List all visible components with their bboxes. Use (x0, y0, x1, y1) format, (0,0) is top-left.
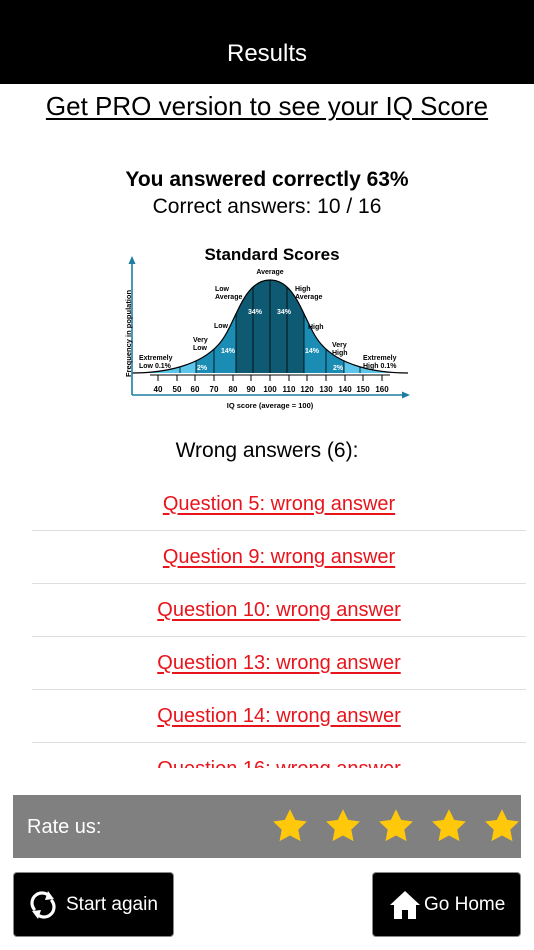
label-extremely-high: High 0.1% (363, 363, 397, 370)
label-high-average: High (295, 286, 311, 293)
bell-curve-figure: Standard Scores Frequency in population … (124, 245, 410, 410)
tick-label: 90 (247, 385, 256, 394)
wrong-answers-header: Wrong answers (6): (175, 439, 359, 462)
tick-label: 150 (356, 385, 370, 394)
pct-2-right: 2% (333, 365, 344, 372)
label-very-low: Low (193, 345, 208, 352)
tick-label: 50 (173, 385, 182, 394)
wrong-answer-link[interactable]: Question 14: wrong answer (157, 705, 400, 728)
label-low-average: Average (215, 294, 242, 301)
label-low: Low (214, 323, 229, 330)
star-icon[interactable] (430, 808, 468, 844)
list-item[interactable]: Question 16: wrong answer (32, 743, 526, 769)
star-icon[interactable] (271, 808, 309, 844)
refresh-icon (30, 890, 56, 919)
tick-label: 80 (229, 385, 238, 394)
label-very-high: High (332, 350, 348, 357)
label-extremely-low: Low 0.1% (139, 363, 172, 370)
pct-14-left: 14% (221, 348, 236, 355)
go-home-button[interactable]: Go Home (372, 872, 521, 937)
home-icon (390, 890, 420, 919)
label-very-high: Very (332, 342, 347, 349)
pct-2-left: 2% (197, 365, 208, 372)
y-axis-label: Frequency in population (124, 289, 133, 377)
tick-label: 40 (154, 385, 163, 394)
standard-scores-chart: Standard Scores Frequency in population … (124, 240, 412, 415)
tick-label: 110 (283, 385, 296, 394)
wrong-answer-link[interactable]: Question 9: wrong answer (163, 546, 395, 569)
tick-label: 130 (319, 385, 333, 394)
start-again-button[interactable]: Start again (13, 872, 174, 937)
list-item[interactable]: Question 5: wrong answer (32, 478, 526, 531)
label-very-low: Very (193, 337, 208, 344)
wrong-answer-link[interactable]: Question 16: wrong answer (157, 758, 400, 769)
wrong-answers-list[interactable]: Question 5: wrong answer Question 9: wro… (32, 478, 526, 768)
tick-label: 140 (338, 385, 352, 394)
list-item[interactable]: Question 13: wrong answer (32, 637, 526, 690)
label-average: Average (256, 269, 283, 276)
label-high: High (308, 324, 324, 331)
tick-label: 60 (191, 385, 200, 394)
wrong-answer-link[interactable]: Question 10: wrong answer (157, 599, 400, 622)
label-extremely-low: Extremely (139, 355, 173, 362)
list-item[interactable]: Question 10: wrong answer (32, 584, 526, 637)
chart-title: Standard Scores (204, 245, 339, 264)
star-icon[interactable] (377, 808, 415, 844)
label-low-average: Low (215, 286, 230, 293)
start-again-label: Start again (66, 893, 158, 915)
get-pro-link[interactable]: Get PRO version to see your IQ Score (0, 91, 534, 122)
star-icon[interactable] (483, 808, 521, 844)
page-title: Results (226, 40, 308, 67)
tick-label: 160 (375, 385, 389, 394)
list-item[interactable]: Question 14: wrong answer (32, 690, 526, 743)
pct-14-right: 14% (305, 348, 320, 355)
star-rating[interactable] (271, 808, 534, 844)
label-high-average: Average (295, 294, 322, 301)
tick-label: 100 (263, 385, 277, 394)
label-extremely-high: Extremely (363, 355, 397, 362)
wrong-answer-link[interactable]: Question 13: wrong answer (157, 652, 400, 675)
rate-us-label: Rate us: (27, 816, 102, 838)
list-item[interactable]: Question 9: wrong answer (32, 531, 526, 584)
x-axis-label: IQ score (average = 100) (227, 401, 314, 410)
tick-label: 120 (300, 385, 314, 394)
pct-34-left: 34% (248, 309, 263, 316)
pct-34-right: 34% (277, 309, 292, 316)
correct-percentage-text: You answered correctly 63% (125, 168, 409, 191)
navigation-bar: Results (0, 0, 534, 84)
tick-label: 70 (210, 385, 219, 394)
star-icon[interactable] (324, 808, 362, 844)
rate-us-bar: Rate us: (13, 795, 521, 858)
correct-answers-count: Correct answers: 10 / 16 (152, 195, 382, 218)
wrong-answer-link[interactable]: Question 5: wrong answer (163, 493, 395, 516)
go-home-label: Go Home (424, 893, 506, 915)
